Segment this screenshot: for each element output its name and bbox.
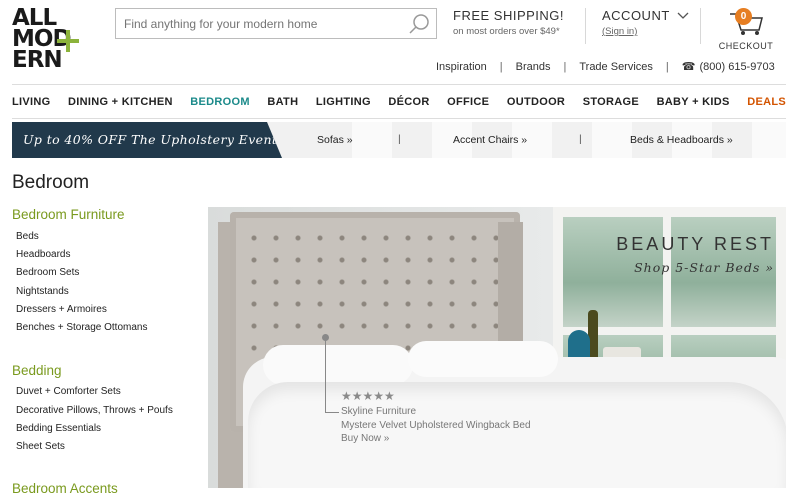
hero-shop-link[interactable]: Shop 5-Star Beds » — [634, 260, 774, 275]
header-divider — [585, 8, 586, 44]
trade-services-link[interactable]: Trade Services — [579, 61, 653, 73]
search-box[interactable] — [115, 8, 437, 39]
rating-stars: ★★★★★ — [341, 389, 395, 403]
hero-banner[interactable]: BEAUTY REST Shop 5-Star Beds » ★★★★★ Sky… — [208, 207, 786, 488]
sidebar-item-bedding-essentials[interactable]: Bedding Essentials — [16, 423, 101, 434]
nav-storage[interactable]: STORAGE — [583, 96, 639, 108]
search-input[interactable] — [122, 9, 406, 39]
product-brand: Skyline Furniture — [341, 406, 417, 417]
shipping-subtitle: on most orders over $49* — [453, 26, 560, 37]
nav-separator: | — [563, 60, 567, 73]
sidebar-item-pillows-throws[interactable]: Decorative Pillows, Throws + Poufs — [16, 405, 173, 416]
sidebar-item-nightstands[interactable]: Nightstands — [16, 286, 69, 297]
sidebar-category-bedroom-furniture[interactable]: Bedroom Furniture — [12, 207, 125, 222]
promo-banner-text: Up to 40% OFF The Upholstery Event — [23, 132, 278, 147]
promo-separator: | — [579, 133, 582, 145]
promo-link-beds-headboards[interactable]: Beds & Headboards » — [630, 134, 733, 146]
nav-separator: | — [499, 60, 503, 73]
shipping-title: FREE SHIPPING! — [453, 8, 565, 23]
phone-icon: ☎ — [681, 61, 696, 73]
nav-deals[interactable]: DEALS — [747, 96, 786, 108]
promo-separator: | — [398, 133, 401, 145]
sidebar-item-beds[interactable]: Beds — [16, 231, 39, 242]
search-icon[interactable] — [408, 13, 430, 35]
callout-line — [325, 412, 339, 413]
brands-link[interactable]: Brands — [516, 61, 551, 73]
sidebar-item-sheet-sets[interactable]: Sheet Sets — [16, 441, 65, 452]
logo-line-3: ERN — [12, 47, 63, 73]
pillow — [263, 345, 413, 385]
sidebar-item-benches-ottomans[interactable]: Benches + Storage Ottomans — [16, 322, 147, 333]
nav-dining-kitchen[interactable]: DINING + KITCHEN — [68, 96, 173, 108]
account-title-row: ACCOUNT — [602, 8, 689, 23]
header-divider-line — [12, 84, 786, 85]
sign-in-link[interactable]: (Sign in) — [602, 26, 689, 37]
nav-lighting[interactable]: LIGHTING — [316, 96, 371, 108]
sidebar-item-headboards[interactable]: Headboards — [16, 249, 70, 260]
nav-bedroom[interactable]: BEDROOM — [190, 96, 250, 108]
nav-divider-line — [12, 118, 786, 119]
phone-number[interactable]: (800) 615-9703 — [699, 61, 774, 73]
sidebar-item-bedroom-sets[interactable]: Bedroom Sets — [16, 267, 79, 278]
chevron-down-icon — [677, 12, 689, 19]
promo-link-sofas[interactable]: Sofas » — [317, 134, 353, 146]
cart-count-badge: 0 — [735, 8, 752, 25]
logo-plus-icon-bar — [57, 39, 79, 43]
page-title: Bedroom — [12, 172, 90, 193]
nav-outdoor[interactable]: OUTDOOR — [507, 96, 565, 108]
buy-now-link[interactable]: Buy Now » — [341, 432, 531, 446]
nav-separator: | — [665, 60, 669, 73]
account-menu[interactable]: ACCOUNT (Sign in) — [602, 8, 689, 37]
pillow — [408, 341, 558, 377]
upholstery-event-banner[interactable]: Up to 40% OFF The Upholstery Event — [12, 122, 282, 158]
free-shipping-notice[interactable]: FREE SHIPPING! on most orders over $49* — [453, 8, 564, 37]
nav-decor[interactable]: DÉCOR — [388, 96, 429, 108]
callout-line — [325, 337, 326, 412]
inspiration-link[interactable]: Inspiration — [436, 61, 487, 73]
checkout-cart[interactable]: 0 CHECKOUT — [716, 6, 776, 51]
sidebar-item-dressers-armoires[interactable]: Dressers + Armoires — [16, 304, 107, 315]
account-label: ACCOUNT — [602, 8, 670, 23]
checkout-label: CHECKOUT — [718, 41, 774, 51]
utility-nav: Inspiration | Brands | Trade Services | … — [436, 60, 775, 74]
allmodern-logo[interactable]: ALL MOD ERN — [12, 7, 84, 76]
product-name: Mystere Velvet Upholstered Wingback Bed — [341, 419, 531, 431]
product-callout[interactable]: Skyline Furniture Mystere Velvet Upholst… — [341, 405, 531, 446]
promo-link-accent-chairs[interactable]: Accent Chairs » — [453, 134, 527, 146]
nav-living[interactable]: LIVING — [12, 96, 50, 108]
sidebar-category-bedding[interactable]: Bedding — [12, 363, 62, 378]
header-divider — [700, 8, 701, 44]
nav-office[interactable]: OFFICE — [447, 96, 489, 108]
hero-headline: BEAUTY REST — [616, 234, 774, 254]
sidebar-item-duvet-comforter[interactable]: Duvet + Comforter Sets — [16, 386, 121, 397]
nav-bath[interactable]: BATH — [267, 96, 298, 108]
nav-baby-kids[interactable]: BABY + KIDS — [657, 96, 730, 108]
promo-strip: Up to 40% OFF The Upholstery Event Sofas… — [12, 122, 786, 158]
main-nav: LIVING DINING + KITCHEN BEDROOM BATH LIG… — [12, 96, 786, 108]
sidebar-category-bedroom-accents[interactable]: Bedroom Accents — [12, 481, 118, 496]
